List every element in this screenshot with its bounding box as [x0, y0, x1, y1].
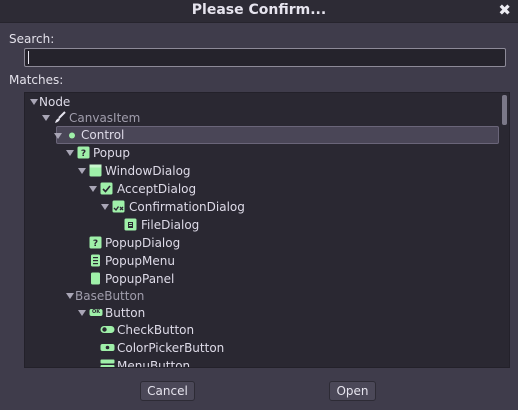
question-icon: ?	[77, 146, 90, 159]
matches-label: Matches:	[9, 73, 64, 87]
text-caret	[28, 51, 29, 64]
svg-text:?: ?	[81, 149, 86, 159]
tree-item-label: ConfirmationDialog	[129, 200, 245, 214]
tree-item-label: Popup	[93, 146, 130, 160]
tree-item-windowdialog[interactable]: WindowDialog	[25, 162, 501, 180]
confirm-icon	[112, 200, 125, 213]
color-icon	[100, 341, 115, 354]
tree-item-label: PopupDialog	[105, 236, 181, 250]
tree-item-label: ColorPickerButton	[117, 341, 225, 355]
dialog-window: Please Confirm... ✖ Search: Matches: Nod…	[0, 0, 518, 410]
tree-item-colorpickerbutton[interactable]: ColorPickerButton	[25, 339, 501, 357]
tree-item-label: WindowDialog	[105, 164, 191, 178]
collapse-arrow-icon[interactable]	[66, 150, 74, 156]
ok-icon: OK	[89, 306, 103, 319]
menubutton-icon	[100, 359, 115, 367]
collapse-arrow-icon[interactable]	[54, 133, 62, 139]
tree-item-popupdialog[interactable]: ? PopupDialog	[25, 234, 501, 252]
tree-item-label: CheckButton	[117, 323, 195, 337]
tree-item-canvasitem[interactable]: CanvasItem	[25, 109, 501, 127]
tree-item-label: Control	[81, 128, 125, 142]
tree-item-label: CanvasItem	[69, 111, 141, 125]
tree-item-label: PopupMenu	[105, 254, 175, 268]
tree-item-label: Button	[105, 306, 146, 320]
tree-item-popuppanel[interactable]: PopupPanel	[25, 270, 501, 288]
collapse-arrow-icon[interactable]	[30, 99, 38, 105]
toggle-icon	[100, 323, 115, 336]
collapse-arrow-icon[interactable]	[78, 168, 86, 174]
tree-item-label: PopupPanel	[105, 272, 175, 286]
tree-item-label: BaseButton	[75, 289, 145, 303]
title-bar: Please Confirm... ✖	[0, 0, 518, 23]
tree-item-menubutton[interactable]: MenuButton	[25, 357, 501, 368]
class-tree[interactable]: Node CanvasItem Control ? Popup WindowDi…	[24, 92, 510, 368]
search-input[interactable]	[24, 48, 506, 67]
tree-item-label: FileDialog	[141, 218, 200, 232]
tree-item-popup[interactable]: ? Popup	[25, 144, 501, 162]
collapse-arrow-icon[interactable]	[66, 293, 74, 299]
brush-icon	[54, 111, 67, 124]
tree-item-acceptdialog[interactable]: AcceptDialog	[25, 180, 501, 198]
search-label: Search:	[9, 32, 55, 46]
panel-icon	[89, 272, 102, 285]
tree-item-label: AcceptDialog	[117, 182, 197, 196]
tree-item-checkbutton[interactable]: CheckButton	[25, 321, 501, 339]
dialog-title: Please Confirm...	[191, 2, 327, 18]
tree-item-label: MenuButton	[117, 359, 191, 368]
collapse-arrow-icon[interactable]	[101, 204, 109, 210]
tree-scrollbar[interactable]	[502, 95, 507, 125]
collapse-arrow-icon[interactable]	[78, 310, 86, 316]
tree-item-control[interactable]: Control	[56, 126, 499, 144]
tree-item-popupmenu[interactable]: PopupMenu	[25, 252, 501, 270]
window-icon	[89, 164, 102, 177]
dot-icon	[66, 129, 79, 142]
check-icon	[100, 182, 113, 195]
file-icon	[124, 218, 137, 231]
close-icon[interactable]: ✖	[498, 2, 511, 19]
collapse-arrow-icon[interactable]	[89, 186, 97, 192]
open-button[interactable]: Open	[329, 381, 376, 401]
tree-item-filedialog[interactable]: FileDialog	[25, 216, 501, 234]
ok-icon-text: OK	[91, 309, 101, 315]
svg-text:?: ?	[93, 239, 98, 249]
question-icon: ?	[89, 236, 102, 249]
tree-item-confirmationdialog[interactable]: ConfirmationDialog	[25, 198, 501, 216]
tree-item-button[interactable]: OK Button	[25, 304, 501, 322]
menu-icon	[89, 254, 102, 267]
cancel-button[interactable]: Cancel	[140, 381, 195, 401]
collapse-arrow-icon[interactable]	[42, 115, 50, 121]
tree-item-basebutton[interactable]: BaseButton	[25, 287, 501, 305]
